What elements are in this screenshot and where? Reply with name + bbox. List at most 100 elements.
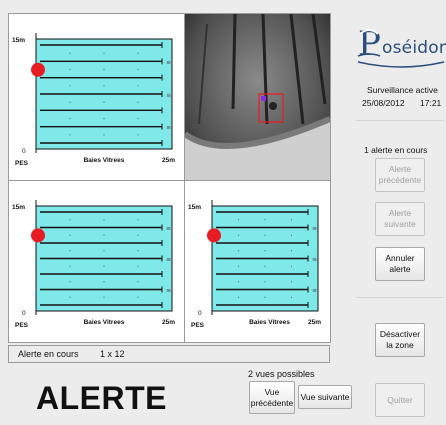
water-dot bbox=[237, 265, 240, 267]
water-dot bbox=[264, 265, 266, 267]
water-dot bbox=[290, 265, 293, 267]
water-dot bbox=[137, 265, 139, 267]
water-dot bbox=[237, 250, 240, 252]
disable-zone-button[interactable]: Désactiver la zone bbox=[375, 323, 425, 357]
water-dot bbox=[103, 296, 105, 298]
water-dot bbox=[103, 117, 105, 120]
divider bbox=[356, 297, 444, 298]
time-text: 17:21 bbox=[420, 98, 442, 108]
x-axis-end-label: 25m bbox=[308, 319, 321, 326]
water-dot bbox=[69, 296, 71, 298]
water-dot bbox=[69, 281, 71, 283]
water-dot bbox=[264, 296, 266, 298]
water-dot bbox=[237, 234, 240, 236]
water-dot bbox=[69, 85, 71, 87]
lane-marker-icon: ≡ bbox=[166, 125, 171, 132]
water-dot bbox=[69, 219, 71, 221]
logo: P bbox=[356, 22, 382, 64]
lane-marker-icon: ≡ bbox=[312, 226, 317, 233]
water-dot bbox=[103, 281, 105, 283]
x-axis-mid-label: Baies Vitrees bbox=[249, 319, 290, 326]
x-axis-start-label: PES bbox=[15, 160, 29, 167]
status-bar: Alerte en cours 1 x 12 bbox=[8, 345, 330, 363]
water-dot bbox=[137, 296, 139, 298]
date-text: 25/08/2012 bbox=[362, 98, 405, 108]
water-dot bbox=[137, 85, 139, 87]
logo-swoosh-icon bbox=[357, 61, 445, 68]
water-dot bbox=[237, 296, 240, 298]
water-dot bbox=[103, 101, 105, 103]
pool-view-bottom-right[interactable]: ≡ ≡ ≡ 15m 0 PES Baies Vitrees 25m bbox=[184, 180, 331, 343]
water-dot bbox=[137, 219, 139, 221]
water-dot bbox=[137, 134, 139, 136]
alert-marker bbox=[31, 62, 45, 77]
water-dot bbox=[69, 52, 71, 54]
water-dot bbox=[103, 265, 105, 267]
lane-marker-icon: ≡ bbox=[312, 257, 317, 264]
water-dot bbox=[103, 134, 105, 136]
lane-marker-icon: ≡ bbox=[166, 257, 171, 264]
lane-marker-icon: ≡ bbox=[166, 226, 171, 233]
water-dot bbox=[137, 250, 139, 252]
x-axis-end-label: 25m bbox=[162, 319, 175, 326]
water-dot bbox=[264, 250, 266, 252]
y-axis-zero-label: 0 bbox=[198, 310, 202, 317]
views-count-label: 2 vues possibles bbox=[248, 369, 315, 379]
water-dot bbox=[290, 219, 293, 221]
divider bbox=[356, 120, 444, 121]
y-axis-zero-label: 0 bbox=[22, 148, 26, 155]
water-dot bbox=[237, 281, 240, 283]
water-dot bbox=[69, 234, 71, 236]
camera-view[interactable] bbox=[183, 13, 332, 181]
x-axis-end-label: 25m bbox=[162, 157, 175, 164]
pool-view-top-left[interactable]: ≡ ≡ ≡ 15m 0 PES Baies Vitrees 25m bbox=[8, 13, 185, 181]
water-dot bbox=[69, 265, 71, 267]
water-dot bbox=[264, 219, 266, 221]
previous-view-button[interactable]: Vue précédente bbox=[249, 381, 295, 414]
lane-marker-icon: ≡ bbox=[166, 92, 171, 99]
water-dot bbox=[290, 296, 293, 298]
water-dot bbox=[290, 281, 293, 283]
status-value: 1 x 12 bbox=[100, 349, 125, 359]
water-dot bbox=[137, 234, 139, 236]
next-view-button[interactable]: Vue suivante bbox=[298, 385, 352, 409]
water-dot bbox=[103, 234, 105, 236]
water-dot bbox=[137, 281, 139, 283]
alert-marker bbox=[207, 228, 221, 243]
x-axis-mid-label: Baies Vitrees bbox=[84, 157, 125, 164]
water-dot bbox=[103, 68, 105, 71]
water-dot bbox=[137, 101, 139, 103]
pool-diagram: ≡ ≡ ≡ 15m 0 PES Baies Vitrees 25m bbox=[12, 200, 175, 329]
water-dot bbox=[290, 250, 293, 252]
next-alert-button[interactable]: Alerte suivante bbox=[375, 202, 425, 236]
cancel-alert-button[interactable]: Annuler alerte bbox=[375, 247, 425, 281]
water-dot bbox=[103, 52, 105, 54]
alert-banner: ALERTE bbox=[36, 380, 167, 416]
x-axis-start-label: PES bbox=[191, 322, 205, 329]
surveillance-status: Surveillance active bbox=[367, 85, 438, 95]
poseidon-logo-icon: P bbox=[357, 24, 381, 64]
quit-button[interactable]: Quitter bbox=[375, 383, 425, 417]
x-axis-start-label: PES bbox=[15, 322, 29, 329]
water-dot bbox=[290, 234, 293, 236]
water-dot bbox=[69, 250, 71, 252]
pool-diagram: ≡ ≡ ≡ 15m 0 PES Baies Vitrees 25m bbox=[188, 200, 321, 329]
lane-marker-icon: ≡ bbox=[166, 288, 171, 295]
logo-text: oséidon bbox=[382, 38, 446, 58]
water-dot bbox=[137, 68, 139, 71]
pool-view-bottom-left[interactable]: ≡ ≡ ≡ 15m 0 PES Baies Vitrees 25m bbox=[8, 180, 185, 343]
water-dot bbox=[69, 68, 71, 71]
x-axis-mid-label: Baies Vitrees bbox=[84, 319, 125, 326]
water-dot bbox=[237, 219, 240, 221]
lane-marker-icon: ≡ bbox=[166, 59, 171, 66]
water-dot bbox=[69, 101, 71, 103]
y-axis-zero-label: 0 bbox=[22, 310, 26, 317]
lane-marker-icon: ≡ bbox=[312, 288, 317, 295]
water-dot bbox=[103, 219, 105, 221]
water-dot bbox=[264, 281, 266, 283]
y-axis-top-label: 15m bbox=[188, 204, 201, 211]
previous-alert-button[interactable]: Alerte précédente bbox=[375, 158, 425, 192]
water-dot bbox=[264, 234, 266, 236]
water-dot bbox=[69, 117, 71, 120]
water-dot bbox=[137, 52, 139, 54]
